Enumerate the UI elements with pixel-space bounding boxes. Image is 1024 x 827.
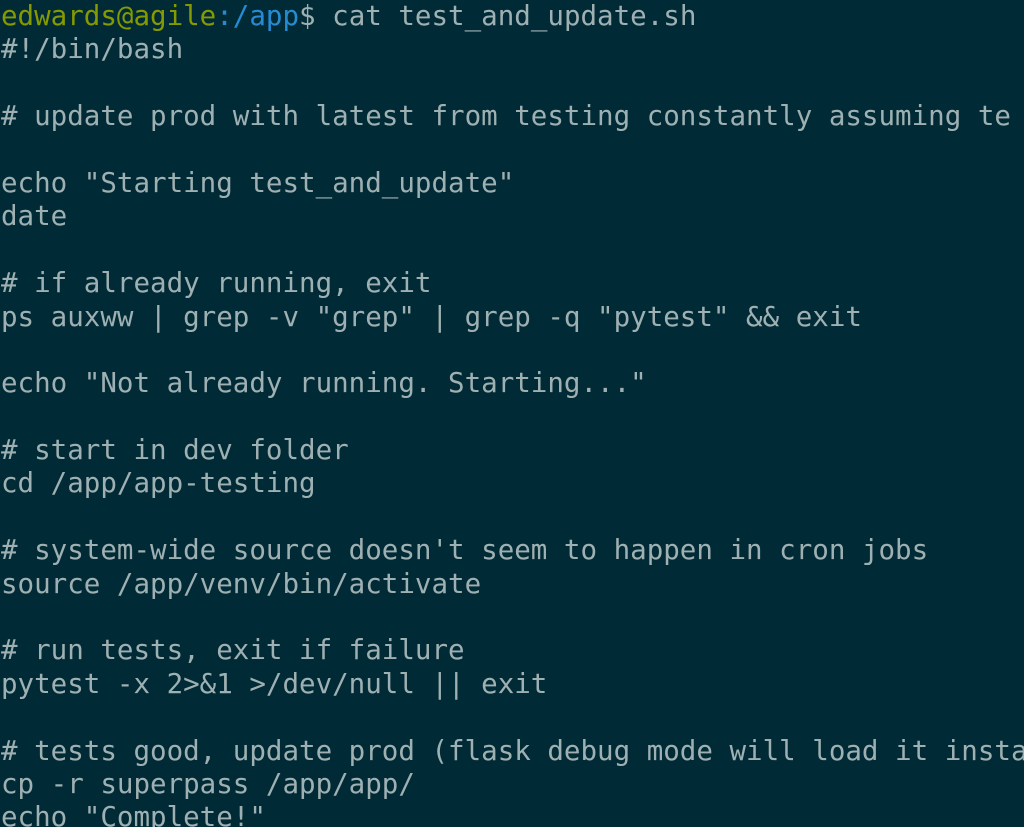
output-line: # update prod with latest from testing c… <box>1 100 1011 133</box>
output-line: echo "Complete!" <box>1 801 266 827</box>
output-line: pytest -x 2>&1 >/dev/null || exit <box>1 667 548 700</box>
prompt-user-host: edwards@agile <box>1 0 217 32</box>
output-line: cp -r superpass /app/app/ <box>1 767 415 800</box>
output-line: #!/bin/bash <box>1 33 184 66</box>
output-line: # tests good, update prod (flask debug m… <box>1 734 1024 767</box>
output-line: # start in dev folder <box>1 434 349 467</box>
terminal-window[interactable]: edwards@agile:/app$ cat test_and_update.… <box>0 0 1024 827</box>
output-line: # if already running, exit <box>1 267 432 300</box>
output-line: source /app/venv/bin/activate <box>1 567 482 600</box>
output-line: echo "Not already running. Starting..." <box>1 367 647 400</box>
output-line: echo "Starting test_and_update" <box>1 166 515 199</box>
output-line: # run tests, exit if failure <box>1 634 465 667</box>
prompt-path: :/app <box>216 0 300 32</box>
output-line: cd /app/app-testing <box>1 467 316 500</box>
output-line: date <box>1 200 68 233</box>
prompt-command: cat test_and_update.sh <box>315 0 697 32</box>
output-line: # system-wide source doesn't seem to hap… <box>1 534 929 567</box>
output-line: ps auxww | grep -v "grep" | grep -q "pyt… <box>1 300 862 333</box>
prompt-symbol: $ <box>299 0 316 32</box>
prompt-line: edwards@agile:/app$ cat test_and_update.… <box>1 0 1024 33</box>
